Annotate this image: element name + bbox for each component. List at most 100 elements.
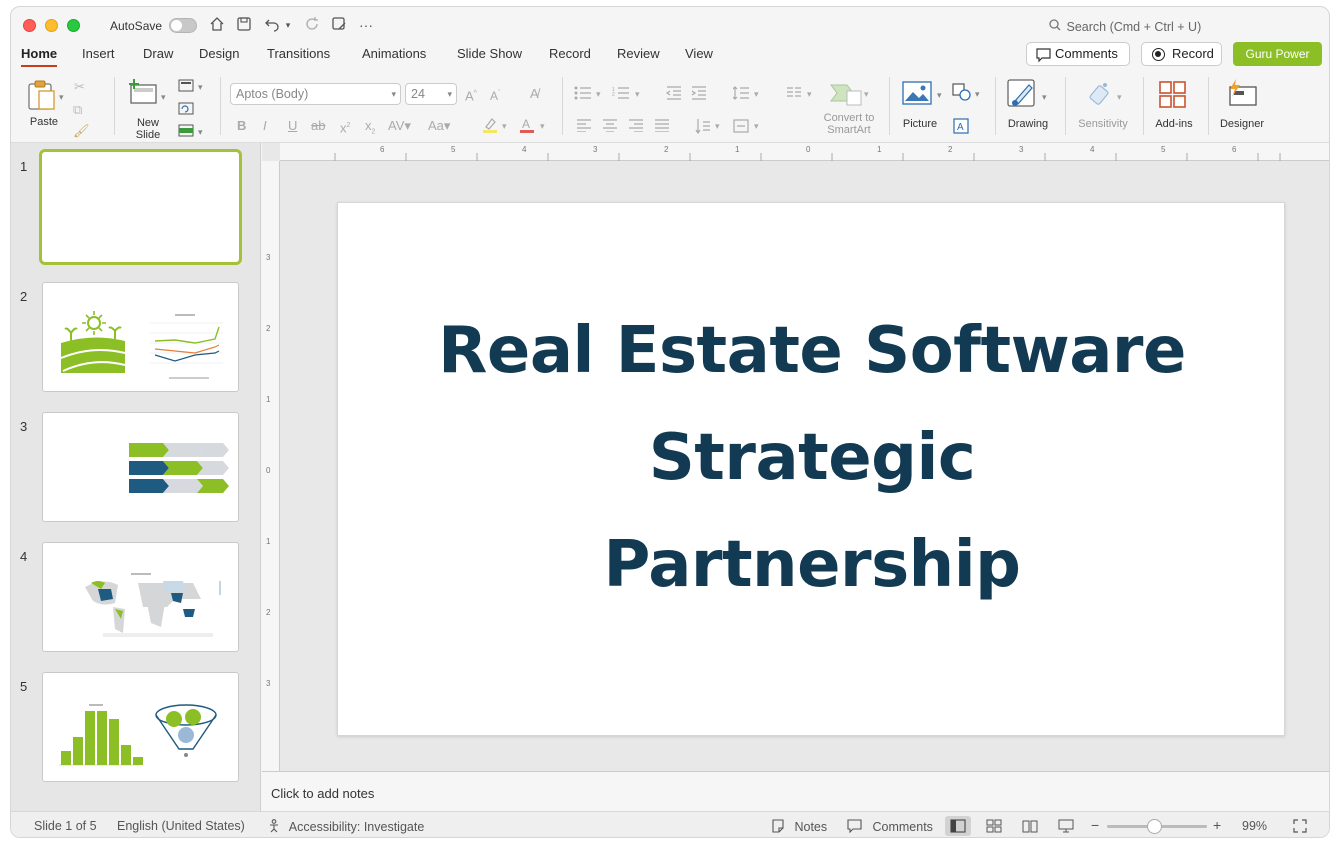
columns-icon[interactable] xyxy=(786,86,802,102)
shapes-icon[interactable] xyxy=(952,83,972,105)
highlight-dropdown-icon[interactable]: ▾ xyxy=(502,118,507,134)
slide-sorter-view-button[interactable] xyxy=(981,816,1007,836)
more-options-icon[interactable]: ··· xyxy=(357,16,375,34)
italic-icon[interactable]: I xyxy=(263,118,267,134)
tab-insert[interactable]: Insert xyxy=(82,45,115,67)
align-right-icon[interactable] xyxy=(628,119,644,136)
home-icon[interactable] xyxy=(208,16,226,34)
bullets-dropdown-icon[interactable]: ▾ xyxy=(596,86,601,102)
add-ins-button[interactable]: Add-ins xyxy=(1151,77,1197,137)
notes-toggle-button[interactable]: Notes xyxy=(771,819,827,836)
tab-animations[interactable]: Animations xyxy=(362,45,426,67)
paste-dropdown-icon[interactable]: ▾ xyxy=(59,89,64,105)
tab-record[interactable]: Record xyxy=(549,45,591,67)
customize-save-icon[interactable] xyxy=(330,16,348,34)
font-color-dropdown-icon[interactable]: ▾ xyxy=(540,118,545,134)
paste-button[interactable]: ▾ Paste xyxy=(25,77,69,137)
columns-dropdown-icon[interactable]: ▾ xyxy=(807,86,812,102)
strikethrough-icon[interactable]: ab xyxy=(311,118,325,134)
decrease-indent-icon[interactable] xyxy=(665,86,682,104)
format-painter-icon[interactable]: 🖌 xyxy=(73,123,90,139)
font-size-select[interactable]: 24 ▾ xyxy=(405,83,457,105)
undo-icon[interactable] xyxy=(263,16,281,34)
drawing-button[interactable]: ▾ Drawing xyxy=(1005,77,1051,137)
reading-view-button[interactable] xyxy=(1017,816,1043,836)
layout-dropdown-icon[interactable]: ▾ xyxy=(198,79,203,95)
close-window-button[interactable] xyxy=(23,19,36,32)
section-icon[interactable] xyxy=(178,124,194,141)
comments-toggle-button[interactable]: Comments xyxy=(847,819,933,836)
thumbnail-slide-1[interactable] xyxy=(39,149,242,265)
tab-home[interactable]: Home xyxy=(21,45,58,67)
numbering-icon[interactable]: 12 xyxy=(612,86,630,104)
tab-draw[interactable]: Draw xyxy=(143,45,173,67)
new-slide-button[interactable]: ▾ New Slide xyxy=(124,77,170,141)
save-icon[interactable] xyxy=(235,16,253,34)
tab-review[interactable]: Review xyxy=(617,45,660,67)
fit-to-window-icon[interactable] xyxy=(1293,819,1307,836)
slide-thumbnails-panel[interactable]: 1 2 3 4 5 xyxy=(11,143,261,811)
undo-dropdown-icon[interactable]: ▾ xyxy=(283,16,293,34)
record-button[interactable]: Record xyxy=(1141,42,1222,66)
tab-slide-show[interactable]: Slide Show xyxy=(457,45,522,67)
minimize-window-button[interactable] xyxy=(45,19,58,32)
justify-icon[interactable] xyxy=(654,119,670,136)
reset-slide-icon[interactable] xyxy=(178,102,194,119)
slide-editor[interactable]: 6 5 4 3 2 1 0 1 2 3 4 5 6 3 2 1 0 1 2 3 … xyxy=(262,143,1329,771)
decrease-font-size-icon[interactable]: Aˇ xyxy=(490,86,500,104)
text-direction-dropdown-icon[interactable]: ▾ xyxy=(715,118,720,134)
zoom-window-button[interactable] xyxy=(67,19,80,32)
font-name-select[interactable]: Aptos (Body) ▾ xyxy=(230,83,401,105)
current-slide[interactable]: Real Estate Software Strategic Partnersh… xyxy=(337,202,1285,736)
tab-view[interactable]: View xyxy=(685,45,713,67)
zoom-level[interactable]: 99% xyxy=(1242,819,1267,833)
zoom-in-icon[interactable]: + xyxy=(1213,817,1221,833)
clear-formatting-icon[interactable]: A̸ xyxy=(530,86,539,102)
text-box-icon[interactable]: A xyxy=(953,118,969,138)
align-text-icon[interactable] xyxy=(732,118,750,138)
thumbnail-slide-2[interactable] xyxy=(42,282,239,392)
section-dropdown-icon[interactable]: ▾ xyxy=(198,124,203,140)
copy-icon[interactable]: ⧉ xyxy=(73,102,82,118)
zoom-slider-handle[interactable] xyxy=(1147,819,1162,834)
convert-smartart-button[interactable]: ▾ Convert to SmartArt xyxy=(817,79,881,137)
redo-icon[interactable] xyxy=(303,16,321,34)
tab-design[interactable]: Design xyxy=(199,45,239,67)
bullets-icon[interactable] xyxy=(574,86,592,104)
change-case-icon[interactable]: Aa▾ xyxy=(428,118,450,134)
numbering-dropdown-icon[interactable]: ▾ xyxy=(635,86,640,102)
autosave-toggle[interactable] xyxy=(169,18,197,33)
align-center-icon[interactable] xyxy=(602,119,618,136)
zoom-out-icon[interactable]: − xyxy=(1091,817,1099,833)
shapes-dropdown-icon[interactable]: ▾ xyxy=(975,86,980,102)
align-text-dropdown-icon[interactable]: ▾ xyxy=(754,118,759,134)
tab-transitions[interactable]: Transitions xyxy=(267,45,330,67)
superscript-icon[interactable]: x2 xyxy=(340,118,350,136)
align-left-icon[interactable] xyxy=(576,119,592,136)
normal-view-button[interactable] xyxy=(945,816,971,836)
layout-icon[interactable] xyxy=(178,79,194,96)
increase-indent-icon[interactable] xyxy=(691,86,707,104)
character-spacing-icon[interactable]: AV▾ xyxy=(388,118,411,134)
text-direction-icon[interactable] xyxy=(695,118,711,138)
thumbnail-slide-3[interactable] xyxy=(42,412,239,522)
cut-icon[interactable]: ✂ xyxy=(74,79,85,95)
line-spacing-dropdown-icon[interactable]: ▾ xyxy=(754,86,759,102)
font-color-icon[interactable]: A xyxy=(519,116,535,137)
slide-title[interactable]: Real Estate Software Strategic Partnersh… xyxy=(378,298,1246,619)
highlight-icon[interactable] xyxy=(482,116,498,137)
guru-power-button[interactable]: Guru Power xyxy=(1233,42,1322,66)
underline-icon[interactable]: U xyxy=(288,118,297,134)
thumbnail-slide-4[interactable] xyxy=(42,542,239,652)
picture-button[interactable]: ▾ Picture xyxy=(900,79,948,137)
increase-font-size-icon[interactable]: A^ xyxy=(465,86,477,104)
line-spacing-icon[interactable] xyxy=(732,86,749,104)
slideshow-view-button[interactable] xyxy=(1053,816,1079,836)
language-indicator[interactable]: English (United States) xyxy=(117,819,245,833)
sensitivity-button[interactable]: ▾ Sensitivity xyxy=(1073,77,1133,137)
comments-button[interactable]: Comments xyxy=(1026,42,1130,66)
notes-pane[interactable]: Click to add notes xyxy=(262,771,1329,811)
designer-button[interactable]: Designer xyxy=(1214,77,1270,137)
accessibility-button[interactable]: Accessibility: Investigate xyxy=(268,819,424,836)
subscript-icon[interactable]: x2 xyxy=(365,118,375,141)
